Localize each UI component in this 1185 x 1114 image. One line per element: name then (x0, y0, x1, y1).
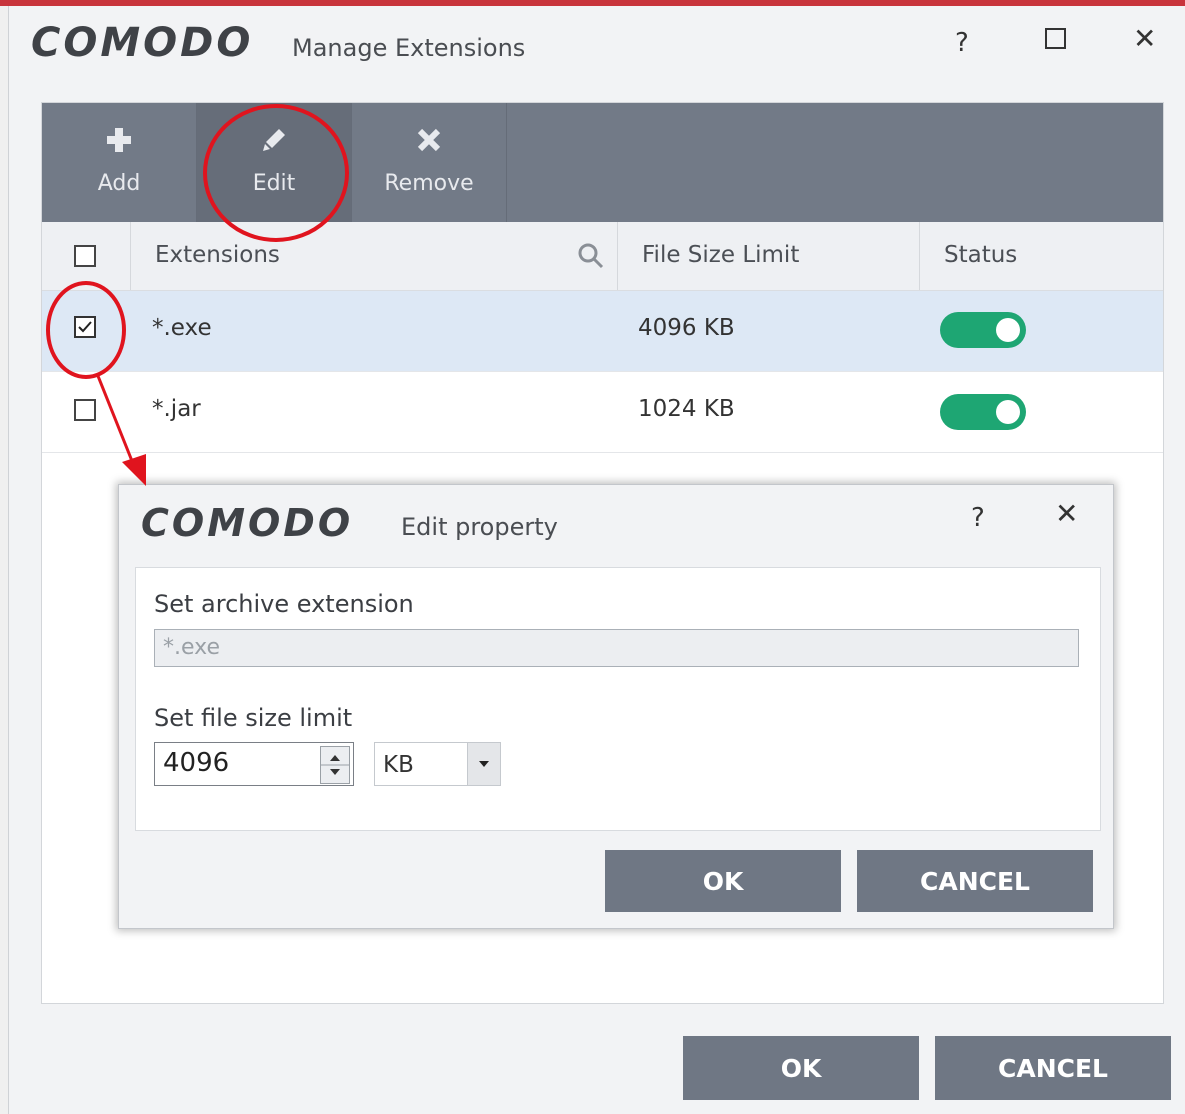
search-icon[interactable] (577, 242, 605, 274)
window-title: Manage Extensions (292, 34, 526, 62)
chevron-down-icon[interactable] (467, 743, 500, 785)
maximize-icon[interactable] (1045, 28, 1067, 55)
row-checkbox[interactable] (74, 399, 96, 421)
toolbar: Add Edit Remove (42, 103, 1163, 222)
help-icon[interactable]: ? (955, 30, 969, 56)
status-header-label: Status (944, 242, 1018, 268)
archive-extension-field[interactable]: *.exe (154, 629, 1079, 667)
select-all-checkbox[interactable] (74, 245, 96, 267)
file-size-header-label: File Size Limit (642, 242, 800, 268)
file-size-column-header[interactable]: File Size Limit (618, 222, 920, 290)
select-all-column (42, 222, 131, 290)
table-row[interactable]: *.jar 1024 KB (42, 372, 1163, 453)
table-header: Extensions File Size Limit Status (42, 222, 1163, 291)
pencil-icon (197, 125, 351, 155)
extensions-header-label: Extensions (155, 242, 280, 268)
row-checkbox[interactable] (74, 316, 96, 338)
unit-select[interactable]: KB (374, 742, 501, 786)
comodo-logo: COMODO (31, 20, 254, 66)
remove-button[interactable]: Remove (352, 103, 507, 222)
ok-button[interactable]: OK (683, 1036, 919, 1100)
stepper-arrows[interactable] (320, 746, 350, 784)
extensions-column-header[interactable]: Extensions (131, 222, 618, 290)
dialog-cancel-button[interactable]: CANCEL (857, 850, 1093, 912)
edit-label: Edit (252, 171, 296, 196)
remove-label: Remove (384, 171, 474, 196)
edit-property-dialog: COMODO Edit property ? ✕ Set archive ext… (118, 484, 1114, 929)
table-row[interactable]: *.exe 4096 KB (42, 291, 1163, 372)
dialog-comodo-logo: COMODO (141, 501, 354, 545)
size-cell: 4096 KB (638, 315, 735, 341)
dialog-close-icon[interactable]: ✕ (1055, 500, 1078, 528)
cancel-button[interactable]: CANCEL (935, 1036, 1171, 1100)
extension-cell: *.jar (152, 396, 201, 422)
status-toggle[interactable] (940, 312, 1026, 348)
archive-extension-label: Set archive extension (154, 590, 414, 618)
add-label: Add (97, 171, 141, 196)
unit-value: KB (383, 752, 414, 778)
file-size-stepper[interactable]: 4096 (154, 742, 354, 786)
file-size-limit-label: Set file size limit (154, 704, 353, 732)
dialog-help-icon[interactable]: ? (971, 505, 985, 531)
dialog-form-panel: Set archive extension *.exe Set file siz… (135, 567, 1101, 831)
dialog-title: Edit property (401, 513, 558, 541)
status-toggle[interactable] (940, 394, 1026, 430)
size-cell: 1024 KB (638, 396, 735, 422)
file-size-value: 4096 (163, 748, 230, 778)
extension-cell: *.exe (152, 315, 212, 341)
remove-x-icon (352, 125, 506, 155)
close-icon[interactable]: ✕ (1133, 25, 1156, 53)
dialog-ok-button[interactable]: OK (605, 850, 841, 912)
add-button[interactable]: Add (42, 103, 197, 222)
status-column-header[interactable]: Status (920, 222, 1163, 290)
edit-button[interactable]: Edit (197, 103, 352, 222)
plus-icon (42, 125, 196, 155)
